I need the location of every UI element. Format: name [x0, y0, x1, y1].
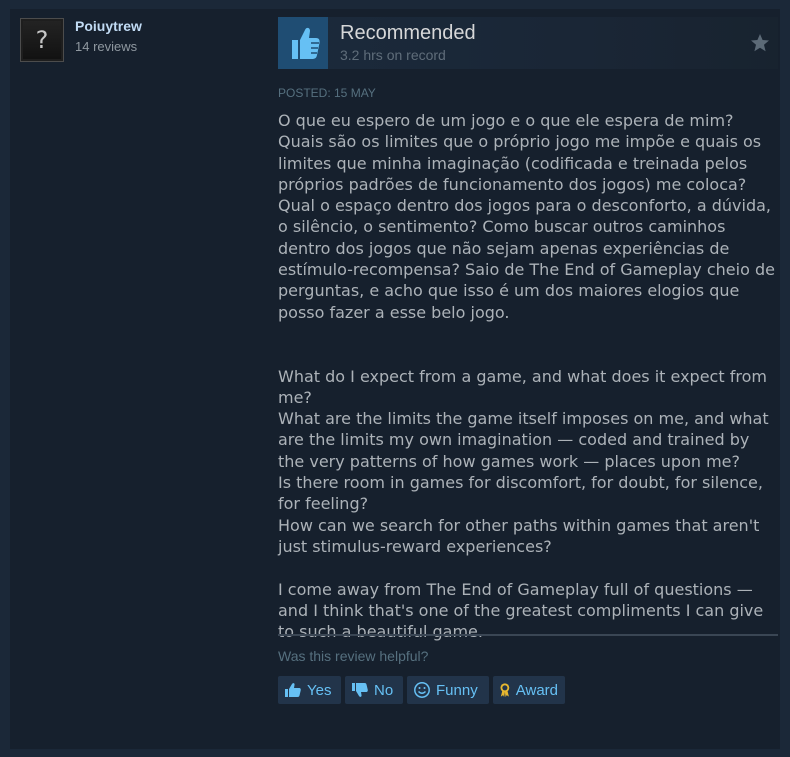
thumbs-up-icon: [285, 683, 301, 697]
vote-yes-label: Yes: [307, 681, 332, 699]
star-icon[interactable]: [750, 33, 770, 53]
helpful-prompt: Was this review helpful?: [278, 648, 429, 664]
award-button[interactable]: Award: [493, 676, 565, 704]
hours-on-record: 3.2 hrs on record: [340, 47, 446, 63]
thumbs-up-icon: [278, 17, 328, 69]
award-label: Award: [515, 681, 558, 699]
review-verdict[interactable]: Recommended: [340, 22, 476, 45]
posted-date: Posted: 15 May: [278, 86, 376, 100]
award-ribbon-icon: [500, 683, 510, 697]
vote-yes-button[interactable]: Yes: [278, 676, 341, 704]
avatar-placeholder: ?: [23, 21, 61, 59]
divider: [278, 634, 778, 636]
author-review-count[interactable]: 14 reviews: [75, 39, 137, 54]
author-name[interactable]: Poiuytrew: [75, 18, 142, 34]
vote-funny-button[interactable]: Funny: [407, 676, 489, 704]
smiley-icon: [414, 682, 430, 698]
avatar[interactable]: ?: [20, 18, 64, 62]
vote-no-label: No: [374, 681, 394, 699]
review-text: O que eu espero de um jogo e o que ele e…: [278, 111, 775, 642]
vote-no-button[interactable]: No: [345, 676, 403, 704]
thumbs-down-icon: [352, 683, 368, 697]
vote-funny-label: Funny: [436, 681, 478, 699]
